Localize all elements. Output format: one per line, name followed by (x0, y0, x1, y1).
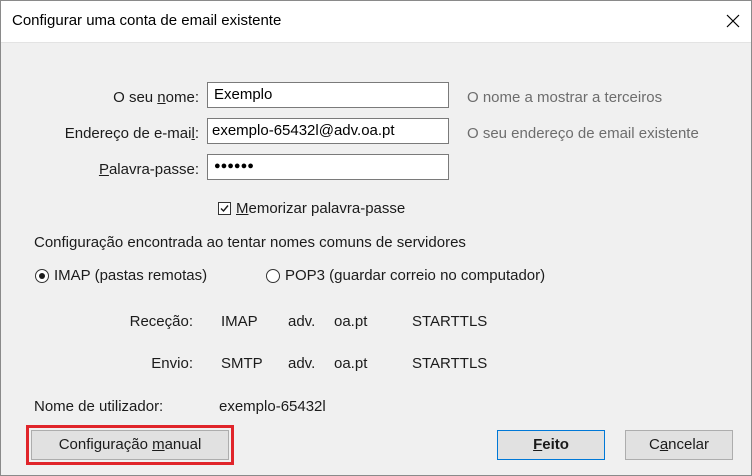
email-field[interactable]: exemplo-65432l@adv.oa.pt (207, 118, 449, 144)
cancel-button[interactable]: Cancelar (625, 430, 733, 460)
incoming-protocol: IMAP (221, 313, 258, 330)
pop3-radio[interactable] (266, 269, 280, 283)
close-button[interactable] (719, 7, 747, 35)
name-hint: O nome a mostrar a terceiros (467, 89, 663, 106)
password-label: Palavra-passe: (98, 161, 199, 178)
pop3-label[interactable]: POP3 (guardar correio no computador) (285, 267, 545, 284)
outgoing-host-part-2: oa.pt (334, 355, 368, 372)
outgoing-label: Envio: (151, 355, 193, 372)
incoming-host-part-2: oa.pt (334, 313, 368, 330)
done-button[interactable]: Feito (497, 430, 605, 460)
outgoing-host-part-1: adv. (288, 355, 316, 372)
imap-radio[interactable] (35, 269, 49, 283)
incoming-label: Receção: (129, 313, 193, 330)
imap-label[interactable]: IMAP (pastas remotas) (54, 267, 207, 284)
name-field[interactable]: Exemplo (207, 82, 449, 108)
title-bar: Configurar uma conta de email existente (1, 1, 751, 43)
window-title: Configurar uma conta de email existente (12, 12, 282, 29)
incoming-host-part-1: adv. (288, 313, 316, 330)
username-label: Nome de utilizador: (34, 398, 164, 415)
config-status-text: Configuração encontrada ao tentar nomes … (34, 234, 466, 251)
dialog-window: Configurar uma conta de email existente … (0, 0, 752, 476)
username-value: exemplo-65432l (219, 398, 326, 415)
email-label: Endereço de e-mail: (64, 125, 199, 142)
password-field[interactable]: ●●●●●● (207, 154, 449, 180)
name-label: O seu nome: (113, 89, 199, 106)
checkmark-icon (220, 205, 229, 213)
email-hint: O seu endereço de email existente (467, 125, 699, 142)
close-icon (726, 14, 740, 28)
remember-password-checkbox[interactable] (218, 202, 231, 215)
remember-password-label[interactable]: Memorizar palavra-passe (236, 200, 405, 217)
highlight-box (26, 425, 234, 465)
outgoing-protocol: SMTP (221, 355, 263, 372)
incoming-security: STARTTLS (412, 313, 488, 330)
outgoing-security: STARTTLS (412, 355, 488, 372)
